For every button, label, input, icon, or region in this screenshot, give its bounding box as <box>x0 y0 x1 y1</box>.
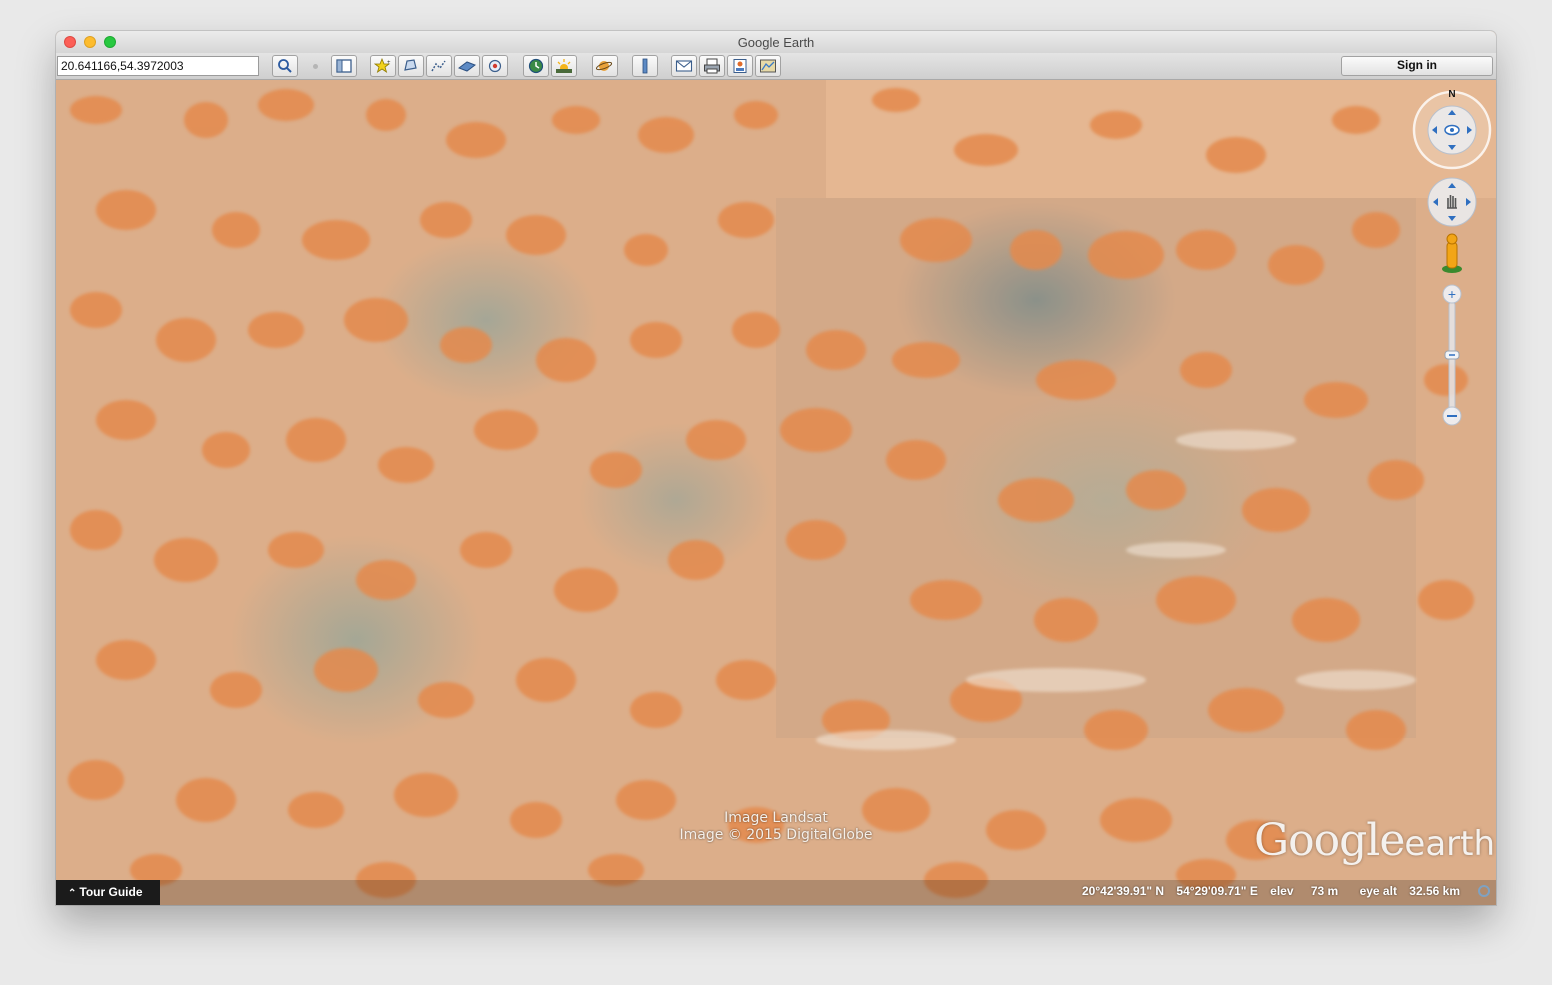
credit-landsat: Image Landsat <box>724 810 828 826</box>
earth-map-view[interactable]: N + Image Landsat Image © 2015 DigitalGl… <box>56 80 1496 905</box>
email-button[interactable] <box>671 55 697 77</box>
toolbar-separator-dot <box>313 64 318 69</box>
compass-north-label: N <box>1448 89 1455 100</box>
add-polygon-button[interactable] <box>398 55 424 77</box>
move-joystick[interactable] <box>1427 177 1477 227</box>
google-earth-logo: Googleearth <box>1254 815 1495 866</box>
status-bar: ⌃ Tour Guide 20°42'39.91" N 54°29'09.71" … <box>56 880 1496 905</box>
add-image-overlay-button[interactable] <box>454 55 480 77</box>
show-sidebar-button[interactable] <box>331 55 357 77</box>
save-image-icon <box>733 59 747 73</box>
eye-alt-label: eye alt <box>1359 884 1397 898</box>
zoom-window-button[interactable] <box>104 36 116 48</box>
sand-dunes-imagery <box>68 88 1474 898</box>
street-view-pegman[interactable] <box>1442 233 1462 273</box>
print-button[interactable] <box>699 55 725 77</box>
elevation-label: elev <box>1270 884 1294 898</box>
ruler-icon <box>642 58 648 74</box>
zoom-slider[interactable]: + <box>1442 284 1462 426</box>
latitude-readout: 20°42'39.91" N <box>1082 884 1165 898</box>
coordinate-readout: 20°42'39.91" N 54°29'09.71" E elev 73 m … <box>1073 880 1460 905</box>
planets-icon <box>596 61 613 71</box>
record-tour-icon <box>488 59 502 73</box>
path-icon <box>431 60 446 72</box>
search-icon <box>278 59 292 73</box>
svg-text:+: + <box>387 60 391 66</box>
tour-guide-label: Tour Guide <box>79 885 143 899</box>
title-bar[interactable]: Google Earth <box>56 31 1496 53</box>
historical-imagery-button[interactable] <box>523 55 549 77</box>
email-icon <box>675 60 693 72</box>
longitude-readout: 54°29'09.71" E <box>1176 884 1258 898</box>
zoom-in-icon: + <box>1448 286 1456 302</box>
sunlight-button[interactable] <box>551 55 577 77</box>
sunlight-icon <box>556 59 572 73</box>
add-placemark-button[interactable]: + <box>370 55 396 77</box>
ruler-button[interactable] <box>632 55 658 77</box>
elevation-value: 73 m <box>1310 884 1339 898</box>
polygon-icon <box>404 59 417 71</box>
search-input[interactable] <box>57 56 259 76</box>
eye-alt-value: 32.56 km <box>1409 884 1460 898</box>
search-button[interactable] <box>272 55 298 77</box>
add-path-button[interactable] <box>426 55 452 77</box>
google-earth-window: Google Earth + <box>56 31 1496 905</box>
chevron-up-icon: ⌃ <box>68 888 77 899</box>
switch-planet-button[interactable] <box>592 55 618 77</box>
record-tour-button[interactable] <box>482 55 508 77</box>
sign-in-button[interactable]: Sign in <box>1341 56 1493 76</box>
streaming-progress-icon <box>1478 885 1490 897</box>
toolbar: + <box>56 53 1496 80</box>
window-title: Google Earth <box>737 35 815 50</box>
navigation-controls: N + <box>1412 89 1492 426</box>
tour-guide-button[interactable]: ⌃ Tour Guide <box>56 880 160 905</box>
view-in-maps-button[interactable] <box>755 55 781 77</box>
credit-digitalglobe: Image © 2015 DigitalGlobe <box>679 827 873 843</box>
logo-earth-text: earth <box>1404 824 1496 864</box>
placemark-icon: + <box>374 58 391 73</box>
logo-google-text: Google <box>1254 815 1405 866</box>
pegman-icon <box>1446 233 1458 245</box>
sidebar-icon <box>336 59 352 73</box>
save-image-button[interactable] <box>727 55 753 77</box>
image-overlay-icon <box>458 61 476 72</box>
print-icon <box>704 58 720 74</box>
imagery-credits: Image Landsat Image © 2015 DigitalGlobe <box>576 810 976 844</box>
look-joystick[interactable] <box>1412 90 1492 170</box>
historical-imagery-icon <box>528 58 544 74</box>
minimize-window-button[interactable] <box>84 36 96 48</box>
close-window-button[interactable] <box>64 36 76 48</box>
view-in-maps-icon <box>760 59 776 73</box>
